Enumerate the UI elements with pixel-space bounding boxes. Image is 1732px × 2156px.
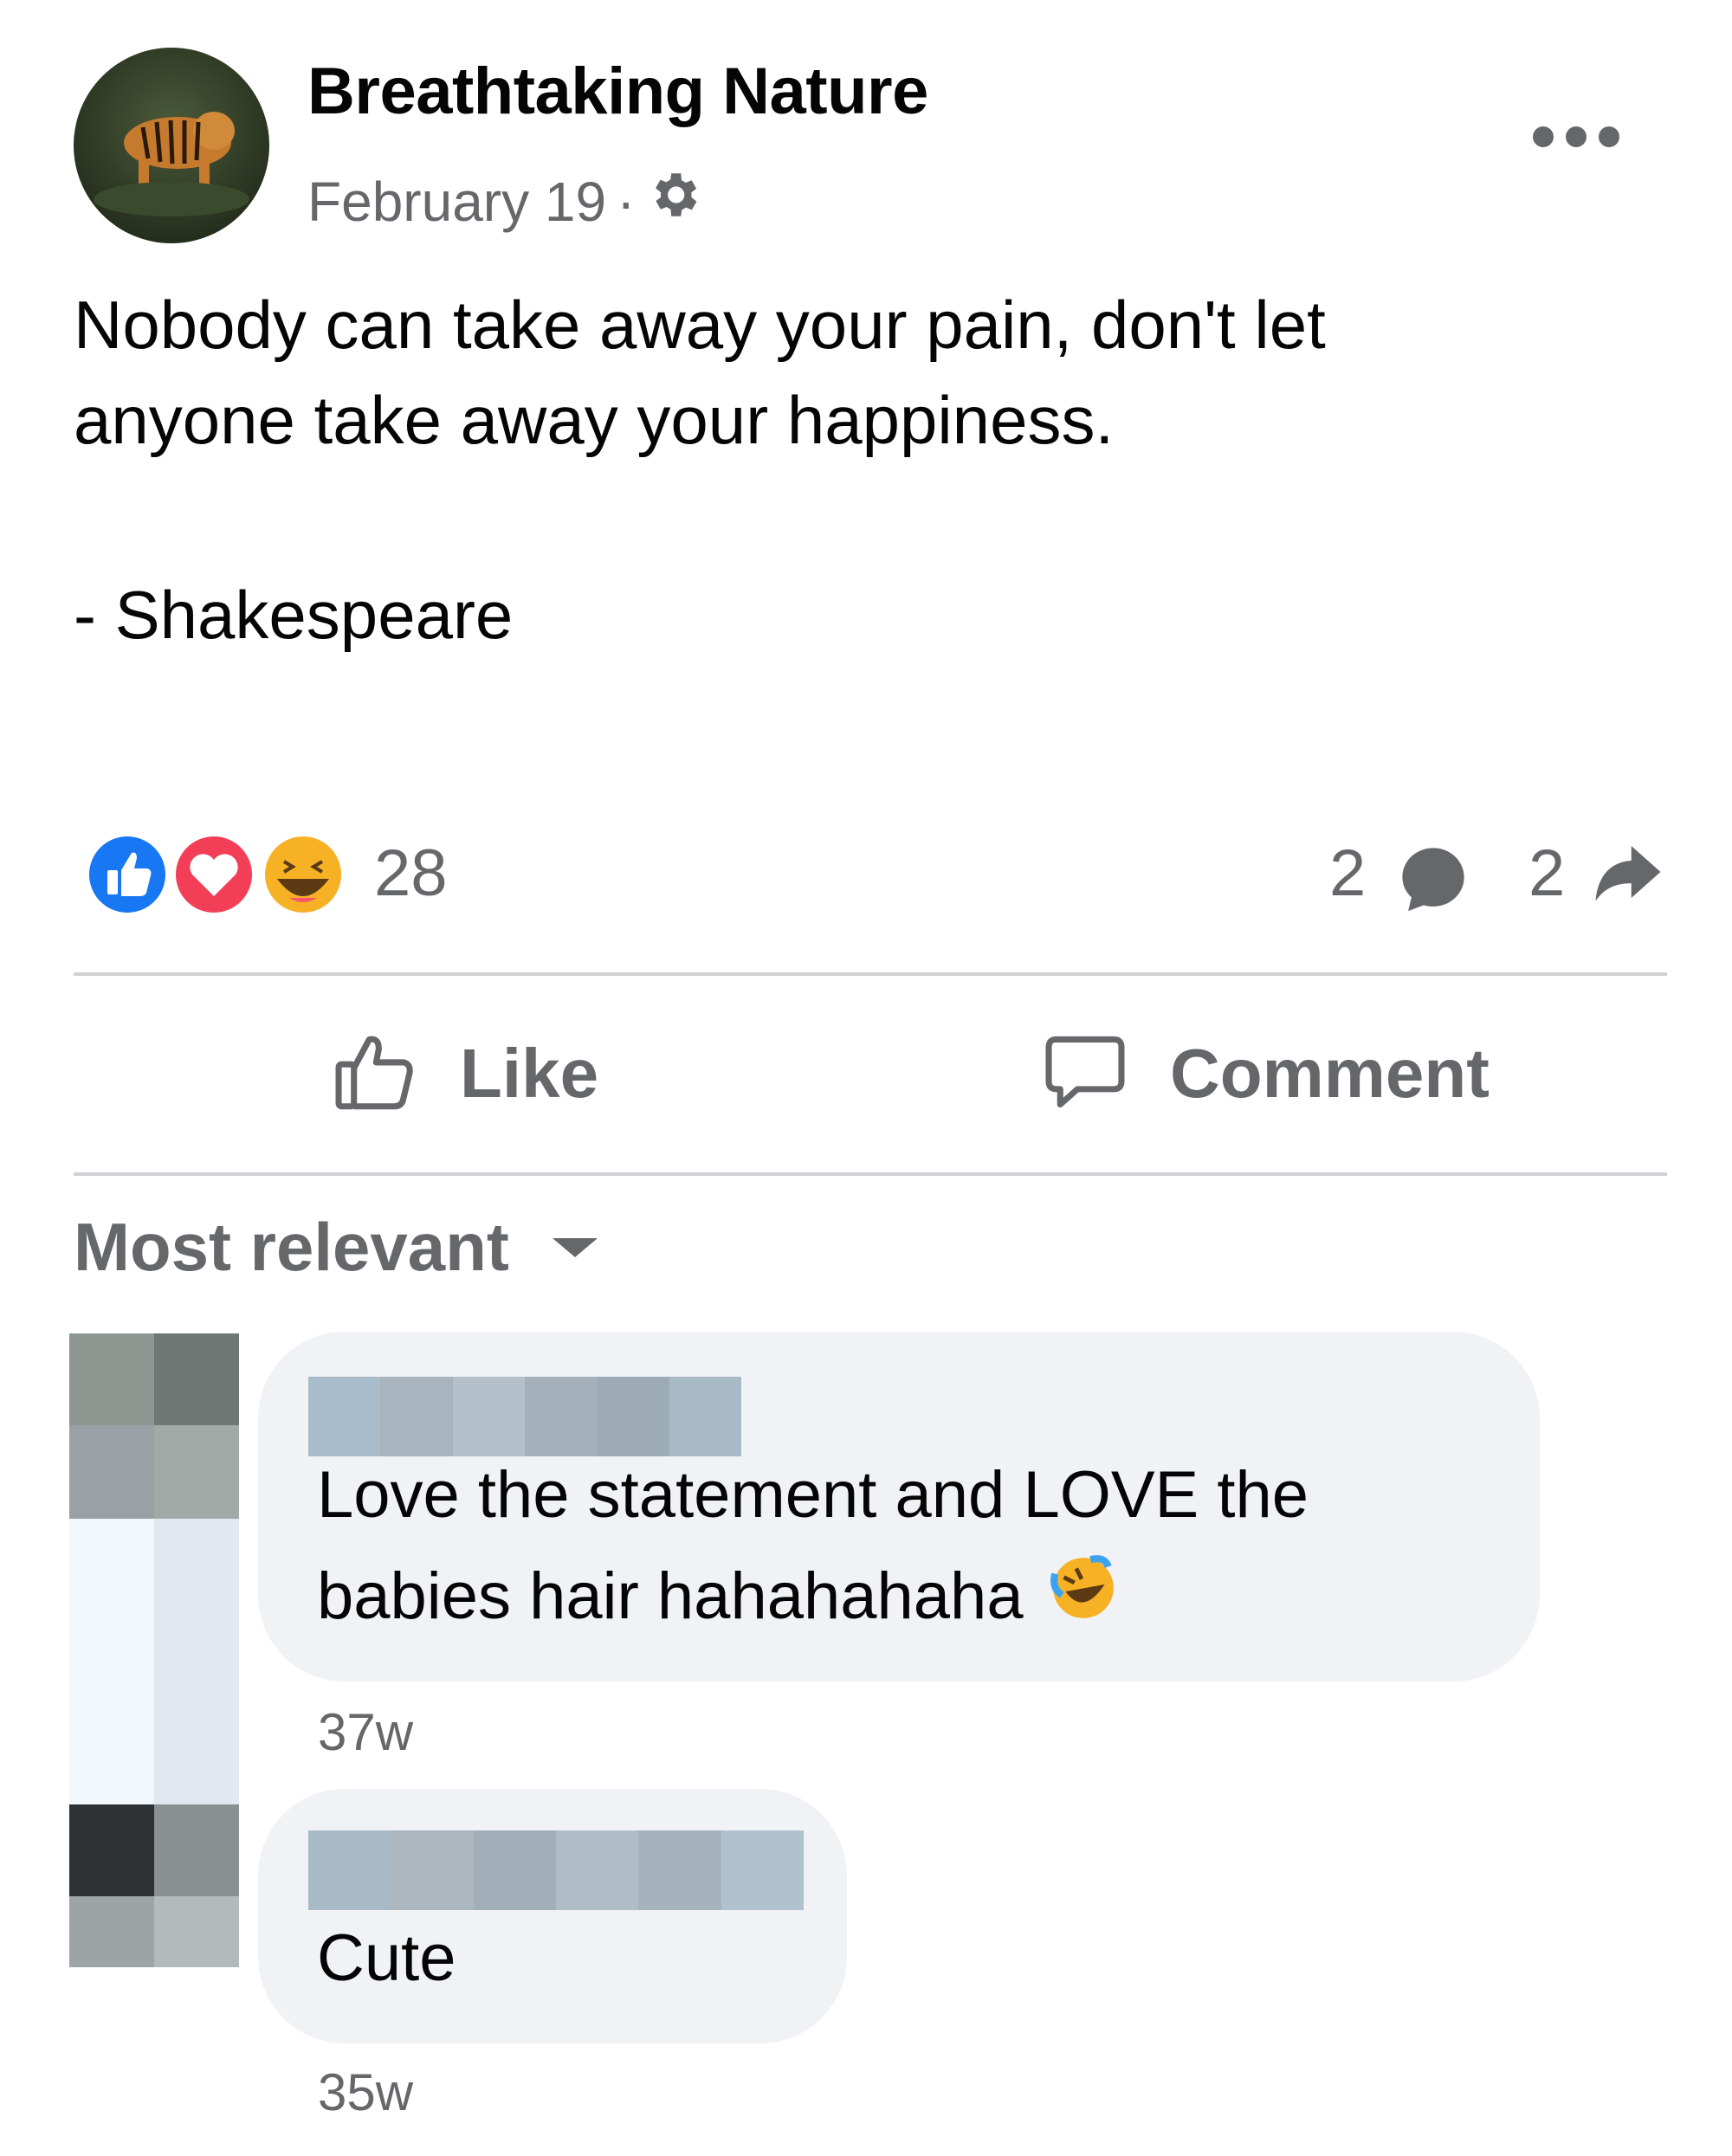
post-text-line: - Shakespeare (74, 577, 514, 653)
redacted-commenter-name[interactable] (308, 1830, 804, 1910)
share-arrow-icon[interactable] (1589, 833, 1667, 915)
post-date[interactable]: February 19 (307, 170, 606, 234)
reaction-count[interactable]: 28 (374, 836, 448, 911)
comment-bubble: Cute (258, 1789, 847, 2043)
post-text-line: anyone take away your happiness. (74, 382, 1115, 458)
comment-text-line: Cute (317, 1921, 456, 1995)
rolling-on-floor-laughing-icon (1048, 1552, 1119, 1639)
comment-text-line: Love the statement and LOVE the (317, 1458, 1309, 1532)
comment-sort-dropdown[interactable]: Most relevant (74, 1208, 598, 1287)
post-meta: February 19 · (307, 166, 702, 236)
comments-count[interactable]: 2 (1329, 836, 1366, 911)
meta-separator: · (617, 170, 636, 233)
like-button[interactable]: Like (329, 1004, 598, 1143)
divider (74, 972, 1667, 976)
gear-icon[interactable] (645, 166, 702, 236)
more-horizontal-icon[interactable] (1533, 119, 1619, 154)
sort-label: Most relevant (74, 1209, 509, 1285)
page-avatar[interactable] (74, 48, 269, 243)
comment-timestamp[interactable]: 35w (318, 2062, 413, 2122)
comment-text-row: babies hair hahahahaha (317, 1552, 1119, 1639)
shares-count[interactable]: 2 (1528, 836, 1565, 911)
comment-timestamp[interactable]: 37w (318, 1702, 413, 1762)
commenter-avatar[interactable] (69, 1333, 239, 1806)
like-label: Like (460, 1035, 599, 1112)
like-reaction-icon (84, 831, 171, 918)
reaction-icons[interactable] (80, 827, 357, 922)
divider (74, 1172, 1667, 1176)
comment-bubble: Love the statement and LOVE the babies h… (258, 1332, 1540, 1682)
caret-down-icon (552, 1237, 598, 1257)
haha-reaction-icon (260, 831, 346, 918)
post-text-line: Nobody can take away your pain, don't le… (74, 287, 1326, 363)
redacted-commenter-name[interactable] (308, 1377, 741, 1456)
comment-text-line: babies hair hahahahaha (317, 1559, 1024, 1633)
page-name[interactable]: Breathtaking Nature (307, 54, 928, 129)
comment-button[interactable]: Comment (1039, 1004, 1490, 1143)
thumbs-up-icon (329, 1026, 421, 1122)
comment-outline-icon (1039, 1026, 1131, 1122)
comment-label: Comment (1170, 1035, 1490, 1112)
comment-bubble-icon[interactable] (1394, 840, 1472, 922)
love-reaction-icon (171, 831, 257, 918)
commenter-avatar[interactable] (69, 1804, 239, 1967)
